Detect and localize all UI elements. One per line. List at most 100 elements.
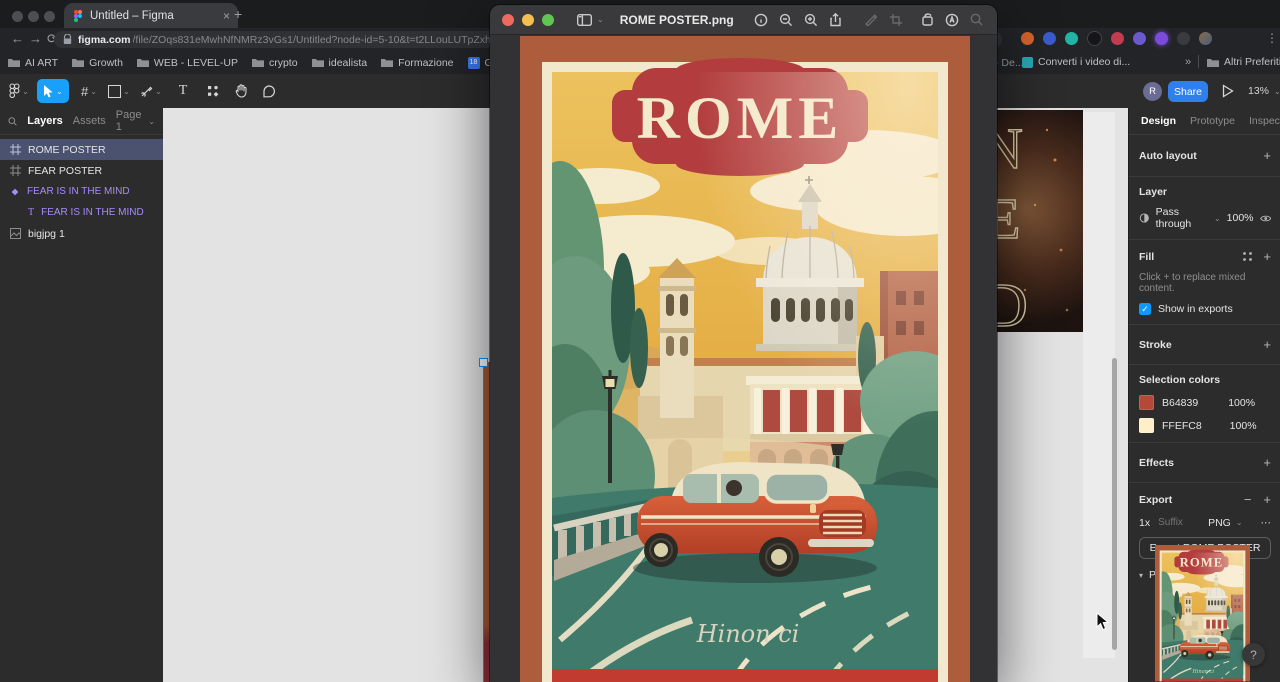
show-in-exports-row[interactable]: ✓ Show in exports [1139, 303, 1271, 315]
add-effect-icon[interactable]: + [1263, 455, 1271, 470]
frame-tool-button[interactable]: # ⌄ [76, 79, 102, 103]
chevron-down-icon: ⌄ [56, 86, 63, 96]
styles-icon[interactable] [1242, 251, 1253, 262]
layer-row-image[interactable]: bigjpg 1 [0, 223, 163, 244]
bookmark-folder[interactable]: Formazione [381, 57, 454, 69]
chevron-down-icon: ⌄ [148, 116, 155, 126]
move-tool-button[interactable]: ⌄ [37, 79, 69, 103]
window-controls-inactive[interactable] [12, 9, 60, 27]
tab-inspect[interactable]: Inspect [1249, 115, 1280, 127]
layer-opacity-field[interactable]: 100% [1227, 212, 1254, 224]
tab-assets[interactable]: Assets [73, 115, 106, 127]
extension-icon[interactable] [1155, 32, 1168, 45]
layer-row-text[interactable]: T FEAR IS IN THE MIND [0, 202, 163, 223]
pen-tool-button[interactable]: ⌄ [138, 79, 164, 103]
folder-icon [136, 59, 149, 67]
sidebar-toggle-icon[interactable] [576, 11, 593, 28]
export-format-dropdown[interactable]: PNG ⌄ [1208, 517, 1242, 529]
close-tab-icon[interactable]: × [223, 9, 230, 23]
selection-color-row[interactable]: B64839 100% [1139, 395, 1271, 410]
checkbox-checked[interactable]: ✓ [1139, 303, 1151, 315]
shape-tool-button[interactable]: ⌄ [106, 79, 132, 103]
page-selector[interactable]: Page 1 ⌄ [116, 109, 155, 133]
bookmark-folder[interactable]: WEB - LEVEL-UP [136, 57, 238, 69]
profile-avatar[interactable] [1199, 32, 1212, 45]
zoom-level-dropdown[interactable]: 13% ⌄ [1248, 85, 1280, 97]
export-options-icon[interactable]: ⋯ [1261, 517, 1272, 529]
extension-icon[interactable] [1111, 32, 1124, 45]
canvas-scrollbar[interactable] [1112, 358, 1117, 650]
back-icon[interactable]: ← [11, 31, 24, 46]
bookmarks-overflow-icon[interactable]: » [1185, 56, 1191, 68]
minimize-window-icon[interactable] [522, 13, 534, 26]
zoom-in-icon[interactable] [802, 11, 819, 28]
tab-prototype[interactable]: Prototype [1190, 115, 1235, 127]
extension-icon[interactable] [1087, 31, 1102, 46]
tab-layers[interactable]: Layers [27, 115, 62, 127]
tab-design[interactable]: Design [1141, 115, 1176, 127]
close-window-icon[interactable] [12, 11, 23, 22]
bookmark-item[interactable]: Converti i video di... [1022, 56, 1130, 68]
eye-icon[interactable] [1259, 214, 1271, 223]
info-icon[interactable] [752, 11, 769, 28]
close-window-icon[interactable] [502, 13, 514, 26]
folder-icon [72, 59, 85, 67]
share-button[interactable]: Share [1168, 81, 1208, 102]
bookmark-folder[interactable]: idealista [311, 57, 367, 69]
browser-menu-kebab-icon[interactable]: ⋮ [1266, 31, 1278, 45]
share-icon[interactable] [827, 11, 844, 28]
extension-icon[interactable] [1021, 32, 1034, 45]
chevron-down-icon[interactable]: ⌄ [597, 15, 604, 24]
forward-icon[interactable]: → [29, 31, 42, 46]
image-layer-icon [10, 228, 21, 239]
extension-icon[interactable] [1043, 32, 1056, 45]
zoom-out-icon[interactable] [777, 11, 794, 28]
preview-window[interactable]: ⌄ ROME POSTER.png [490, 5, 997, 682]
add-export-icon[interactable]: + [1263, 492, 1271, 507]
blend-mode-dropdown[interactable]: Pass through ⌄ [1156, 206, 1221, 230]
crop-icon [887, 11, 904, 28]
rotate-icon[interactable] [918, 11, 935, 28]
add-auto-layout-icon[interactable]: + [1263, 148, 1271, 163]
selection-colors-section: Selection colors B64839 100% FFEFC8 100% [1129, 365, 1280, 443]
export-suffix-input[interactable] [1156, 516, 1203, 529]
bookmark-partial[interactable]: - De... [995, 57, 1024, 69]
layer-row-component[interactable]: FEAR IS IN THE MIND [0, 181, 163, 202]
color-swatch[interactable] [1139, 418, 1154, 433]
selection-handle[interactable] [479, 358, 488, 367]
browser-tab[interactable]: Untitled – Figma × [64, 3, 238, 28]
layer-row-fear-poster[interactable]: FEAR POSTER [0, 160, 163, 181]
zoom-window-icon[interactable] [44, 11, 55, 22]
new-tab-button[interactable]: + [234, 6, 242, 22]
minimize-window-icon[interactable] [28, 11, 39, 22]
help-button[interactable]: ? [1242, 643, 1265, 666]
extension-icon[interactable] [1133, 32, 1146, 45]
bookmark-folder[interactable]: AI ART [8, 57, 58, 69]
preview-titlebar[interactable]: ⌄ ROME POSTER.png [490, 5, 997, 35]
zoom-window-icon[interactable] [542, 13, 554, 26]
fear-poster-on-canvas[interactable]: N E D [995, 110, 1083, 332]
tab-title: Untitled – Figma [90, 9, 174, 22]
bookmark-folder[interactable]: crypto [251, 57, 298, 69]
export-scale[interactable]: 1x [1139, 517, 1150, 529]
notion-extension-icon[interactable] [1065, 32, 1078, 45]
text-tool-button[interactable]: T [170, 79, 196, 103]
search-icon[interactable] [8, 116, 17, 127]
add-stroke-icon[interactable]: + [1263, 337, 1271, 352]
color-swatch[interactable] [1139, 395, 1154, 410]
other-bookmarks-folder[interactable]: Altri Preferiti [1207, 56, 1280, 68]
add-fill-icon[interactable]: + [1263, 249, 1271, 264]
extensions-cluster[interactable] [1012, 31, 1212, 46]
extensions-puzzle-icon[interactable] [1177, 32, 1190, 45]
figma-main-menu[interactable]: ⌄ [6, 79, 32, 103]
comment-tool-button[interactable] [256, 79, 282, 103]
bookmark-folder[interactable]: Growth [72, 57, 123, 69]
annotate-icon[interactable] [943, 11, 960, 28]
hand-tool-button[interactable] [228, 79, 254, 103]
layer-row-rome-poster[interactable]: ROME POSTER [0, 139, 163, 160]
resources-tool-button[interactable] [200, 79, 226, 103]
present-play-icon[interactable] [1222, 84, 1234, 98]
remove-export-icon[interactable]: − [1244, 492, 1252, 507]
selection-color-row[interactable]: FFEFC8 100% [1139, 418, 1271, 433]
user-avatar[interactable]: R [1143, 82, 1162, 101]
